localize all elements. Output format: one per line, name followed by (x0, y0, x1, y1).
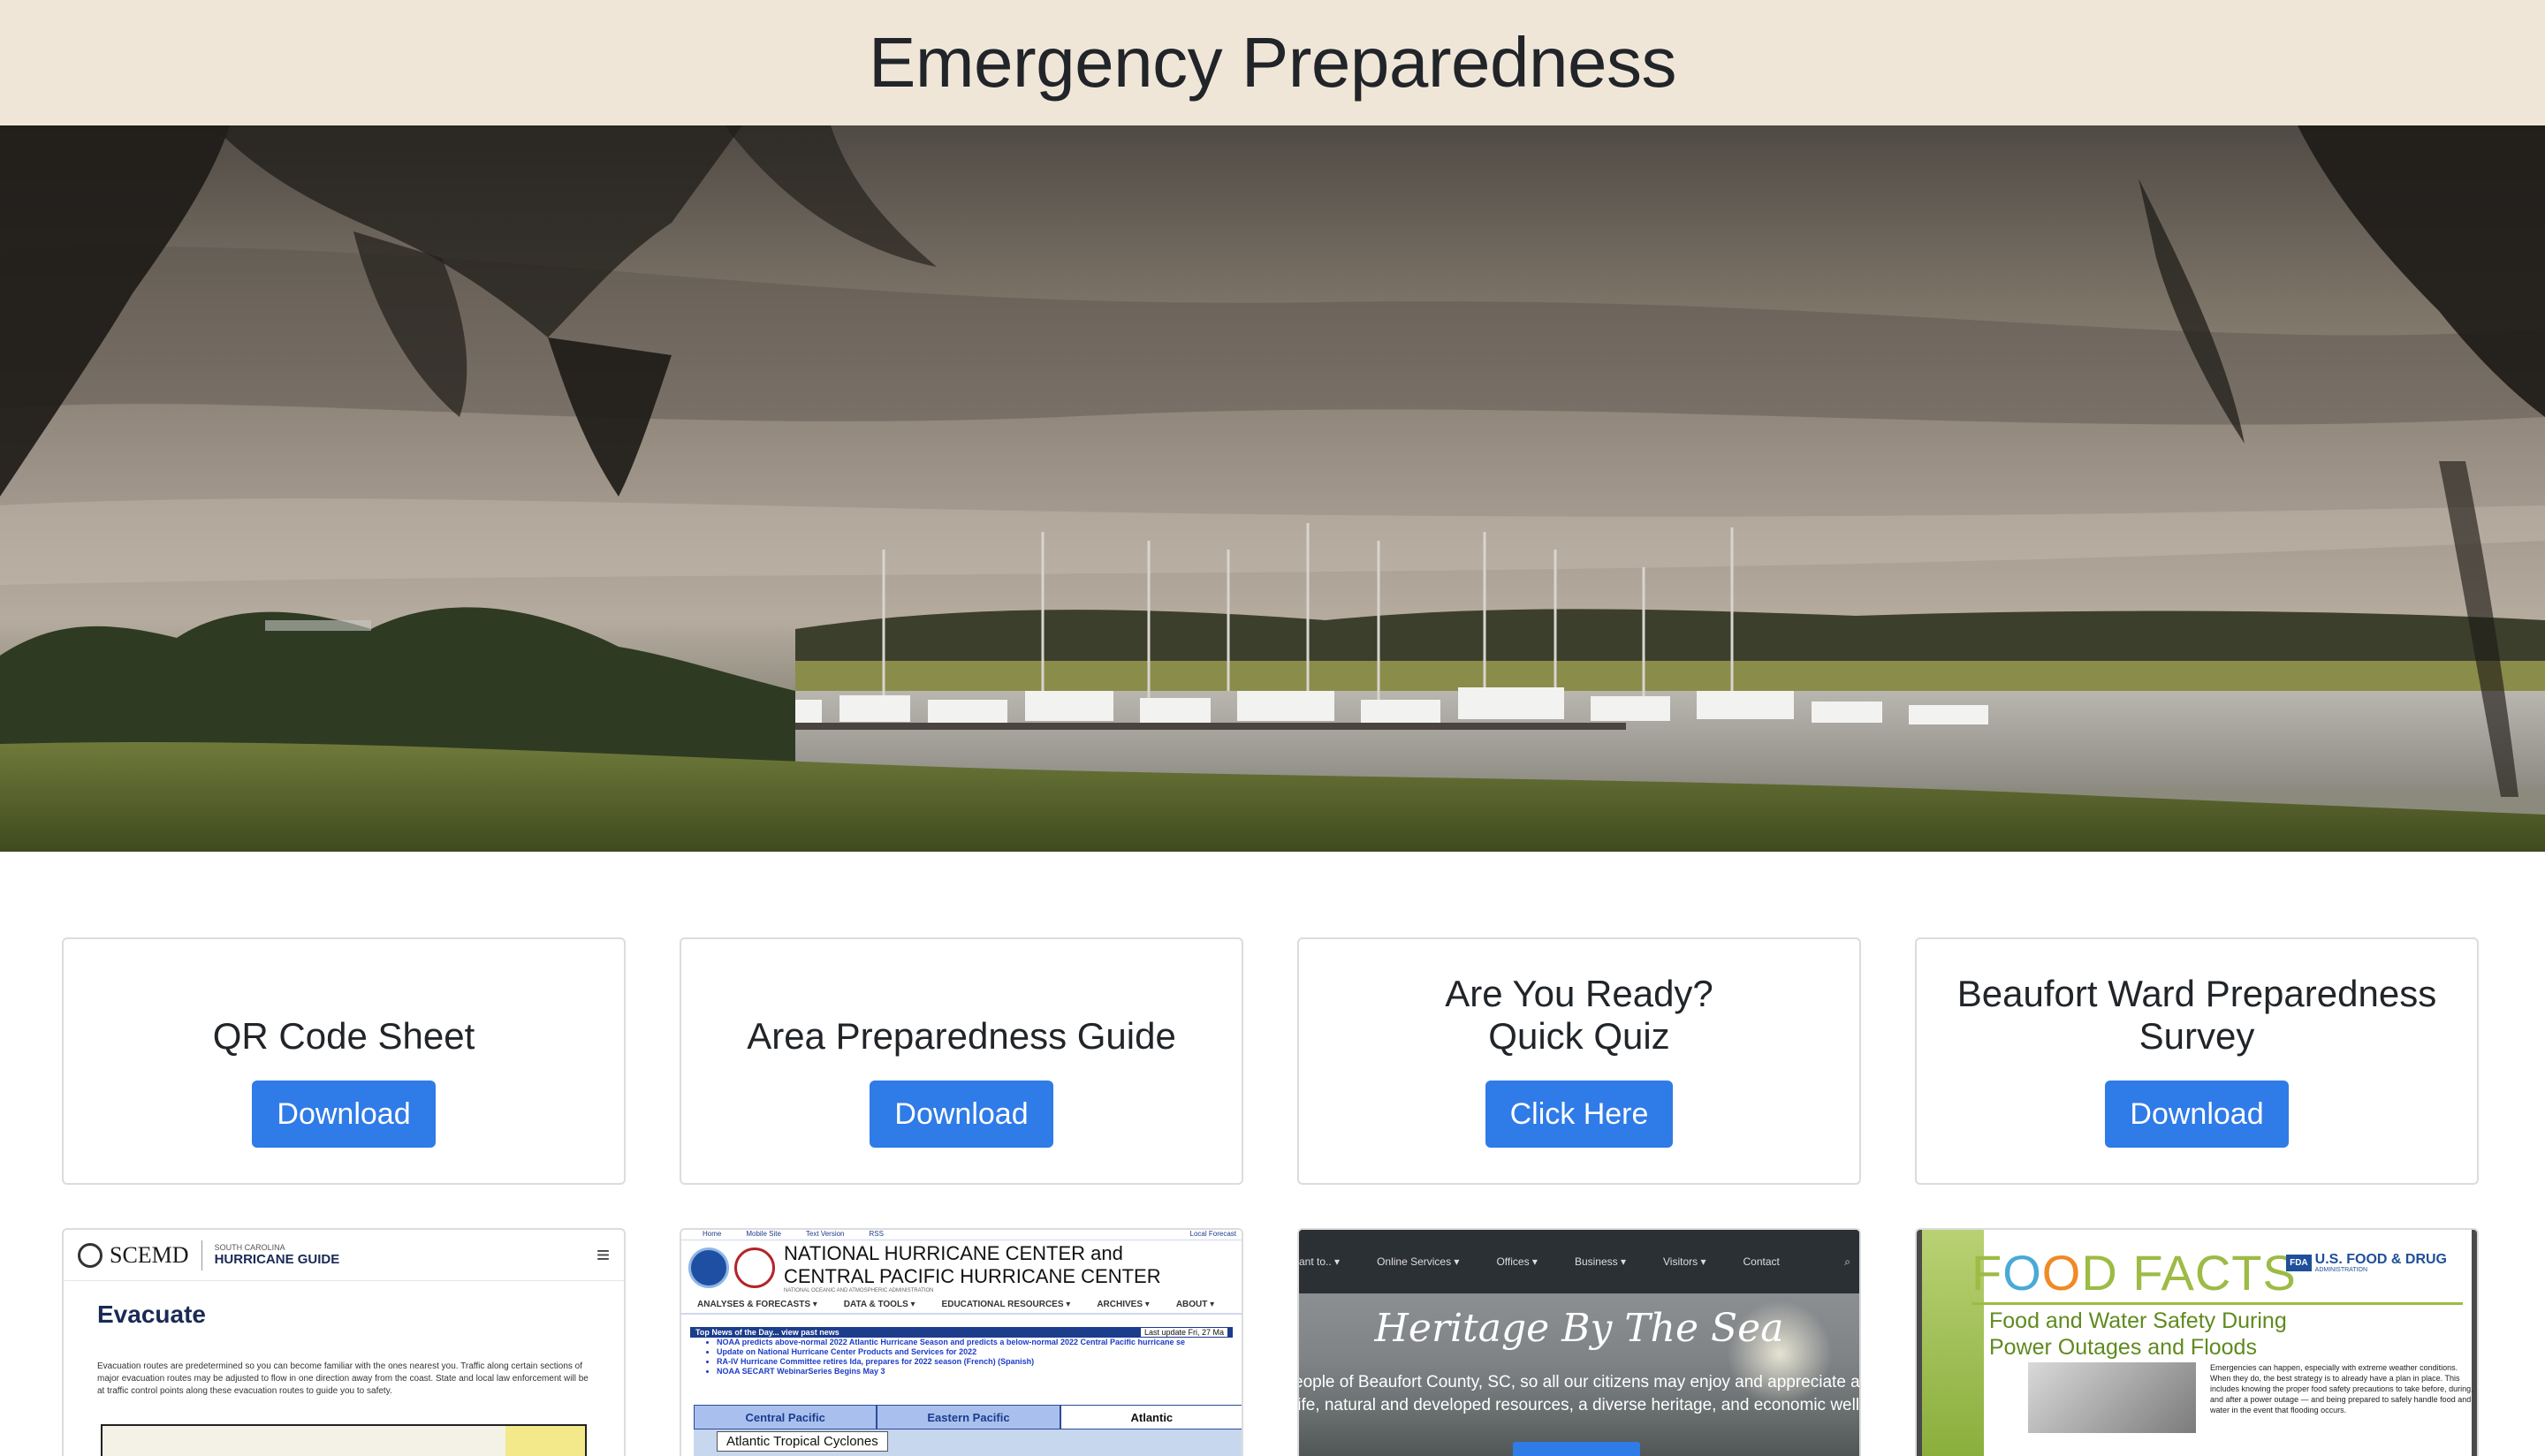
thumb-heading: Evacuate (97, 1301, 206, 1328)
news-item: Update on National Hurricane Center Prod… (717, 1347, 1233, 1357)
news-bar-title: Top News of the Day... view past news (695, 1328, 839, 1337)
nav-item: ANALYSES & FORECASTS ▾ (697, 1299, 817, 1309)
thumb-subtitle-line: Power Outages and Floods (1989, 1335, 2257, 1360)
card-title: Area Preparedness Guide (747, 1015, 1176, 1057)
thumb-top-nav: Home Mobile Site Text Version RSS Local … (681, 1230, 1242, 1240)
thumb-subtitle-line: Food and Water Safety During (1989, 1308, 2287, 1333)
hamburger-menu-icon: ≡ (596, 1241, 610, 1268)
food-facts-logo: FOOD FACTS (1971, 1245, 2297, 1301)
nav-item: ant to.. ▾ (1299, 1255, 1341, 1268)
download-qr-code-button[interactable]: Download (252, 1081, 436, 1148)
news-update: Last update Fri, 27 Ma (1140, 1328, 1227, 1337)
nav-item: ABOUT ▾ (1175, 1299, 1215, 1309)
fda-agency-line: ADMINISTRATION (2314, 1267, 2368, 1273)
fda-logo: FDA U.S. FOOD & DRUG ADMINISTRATION (2286, 1253, 2447, 1273)
download-guide-button[interactable]: Download (870, 1081, 1053, 1148)
download-survey-button[interactable]: Download (2105, 1081, 2289, 1148)
nav-item: Online Services ▾ (1377, 1255, 1460, 1268)
tab-central-pacific: Central Pacific (694, 1405, 877, 1429)
thumb-header: SCEMD SOUTH CAROLINA HURRICANE GUIDE ≡ (64, 1230, 624, 1281)
page-title: Emergency Preparedness (869, 23, 1676, 102)
news-panel: Top News of the Day... view past news La… (690, 1327, 1233, 1376)
fda-food-facts-thumbnail[interactable]: FOOD FACTS FDA U.S. FOOD & DRUG ADMINIST… (1915, 1228, 2479, 1456)
thumb-script-title: Heritage By The Sea (1374, 1306, 1784, 1351)
news-item: RA-IV Hurricane Committee retires Ida, p… (717, 1357, 1233, 1367)
thumb-title-line: NATIONAL HURRICANE CENTER and (784, 1242, 1123, 1264)
nav-item: Offices ▾ (1496, 1255, 1538, 1268)
quiz-click-here-button[interactable]: Click Here (1485, 1081, 1674, 1148)
search-icon: ⌕ (1844, 1255, 1850, 1268)
news-item: NOAA SECART WebinarSeries Begins May 3 (717, 1367, 1233, 1376)
card-area-preparedness-guide: Area Preparedness Guide Download (680, 937, 1243, 1185)
noaa-logo-icon (688, 1247, 729, 1288)
thumb-agency: NATIONAL OCEANIC AND ATMOSPHERIC ADMINIS… (784, 1288, 934, 1293)
fda-logo-box: FDA (2286, 1255, 2312, 1271)
card-title: Are You Ready? Quick Quiz (1445, 973, 1713, 1057)
thumb-title-line: CENTRAL PACIFIC HURRICANE CENTER (784, 1265, 1161, 1287)
tab-eastern-pacific: Eastern Pacific (877, 1405, 1060, 1429)
nhc-website-thumbnail[interactable]: Home Mobile Site Text Version RSS Local … (680, 1228, 1243, 1456)
tab-atlantic: Atlantic (1060, 1405, 1242, 1429)
map-label: Atlantic Tropical Cyclones (717, 1431, 888, 1452)
nav-item: Local Forecast (1189, 1230, 1236, 1238)
nav-item: ARCHIVES ▾ (1097, 1299, 1150, 1309)
thumb-main-nav: ANALYSES & FORECASTS ▾ DATA & TOOLS ▾ ED… (681, 1295, 1242, 1315)
card-title: QR Code Sheet (212, 1015, 475, 1057)
beaufort-county-thumbnail[interactable]: ant to.. ▾ Online Services ▾ Offices ▾ B… (1297, 1228, 1861, 1456)
nav-item: RSS (869, 1230, 884, 1238)
fda-agency-line: U.S. FOOD & DRUG (2314, 1252, 2447, 1267)
thumb-sub-small: SOUTH CAROLINA (214, 1243, 285, 1252)
thumb-cta-button (1513, 1442, 1640, 1456)
nav-item: Visitors ▾ (1663, 1255, 1706, 1268)
card-title: Beaufort Ward Preparedness Survey (1956, 973, 2437, 1057)
thumb-body: Emergencies can happen, especially with … (2210, 1363, 2473, 1414)
thumb-nav: ant to.. ▾ Online Services ▾ Offices ▾ B… (1299, 1230, 1859, 1293)
news-item: NOAA predicts above-normal 2022 Atlantic… (717, 1338, 1233, 1347)
card-quick-quiz: Are You Ready? Quick Quiz Click Here (1297, 937, 1861, 1185)
scemd-logo: SCEMD (110, 1241, 189, 1268)
nav-item: DATA & TOOLS ▾ (843, 1299, 915, 1309)
thumb-body-line: eople of Beaufort County, SC, so all our… (1297, 1373, 1861, 1392)
card-preparedness-survey: Beaufort Ward Preparedness Survey Downlo… (1915, 937, 2479, 1185)
thumb-body-line: life, natural and developed resources, a… (1297, 1396, 1861, 1414)
page-header: Emergency Preparedness (0, 0, 2545, 125)
sc-seal-icon (78, 1242, 103, 1268)
thumb-sub-bold: HURRICANE GUIDE (214, 1252, 340, 1267)
thumb-body: Evacuation routes are predetermined so y… (97, 1361, 589, 1396)
card-qr-code-sheet: QR Code Sheet Download (62, 937, 626, 1185)
flood-photo (2028, 1362, 2196, 1433)
nav-item: Mobile Site (746, 1230, 781, 1238)
nav-item: EDUCATIONAL RESOURCES ▾ (941, 1299, 1071, 1309)
nav-item: Contact (1743, 1255, 1780, 1268)
nws-logo-icon (734, 1247, 775, 1288)
nav-item: Text Version (805, 1230, 845, 1238)
nav-item: Business ▾ (1574, 1255, 1627, 1268)
nav-item: Home (703, 1230, 722, 1238)
basin-tabs: Central Pacific Eastern Pacific Atlantic (694, 1405, 1242, 1429)
scemd-hurricane-guide-thumbnail[interactable]: SCEMD SOUTH CAROLINA HURRICANE GUIDE ≡ E… (62, 1228, 626, 1456)
hero-image-marina (0, 125, 2545, 852)
evacuation-map-preview (101, 1424, 587, 1456)
